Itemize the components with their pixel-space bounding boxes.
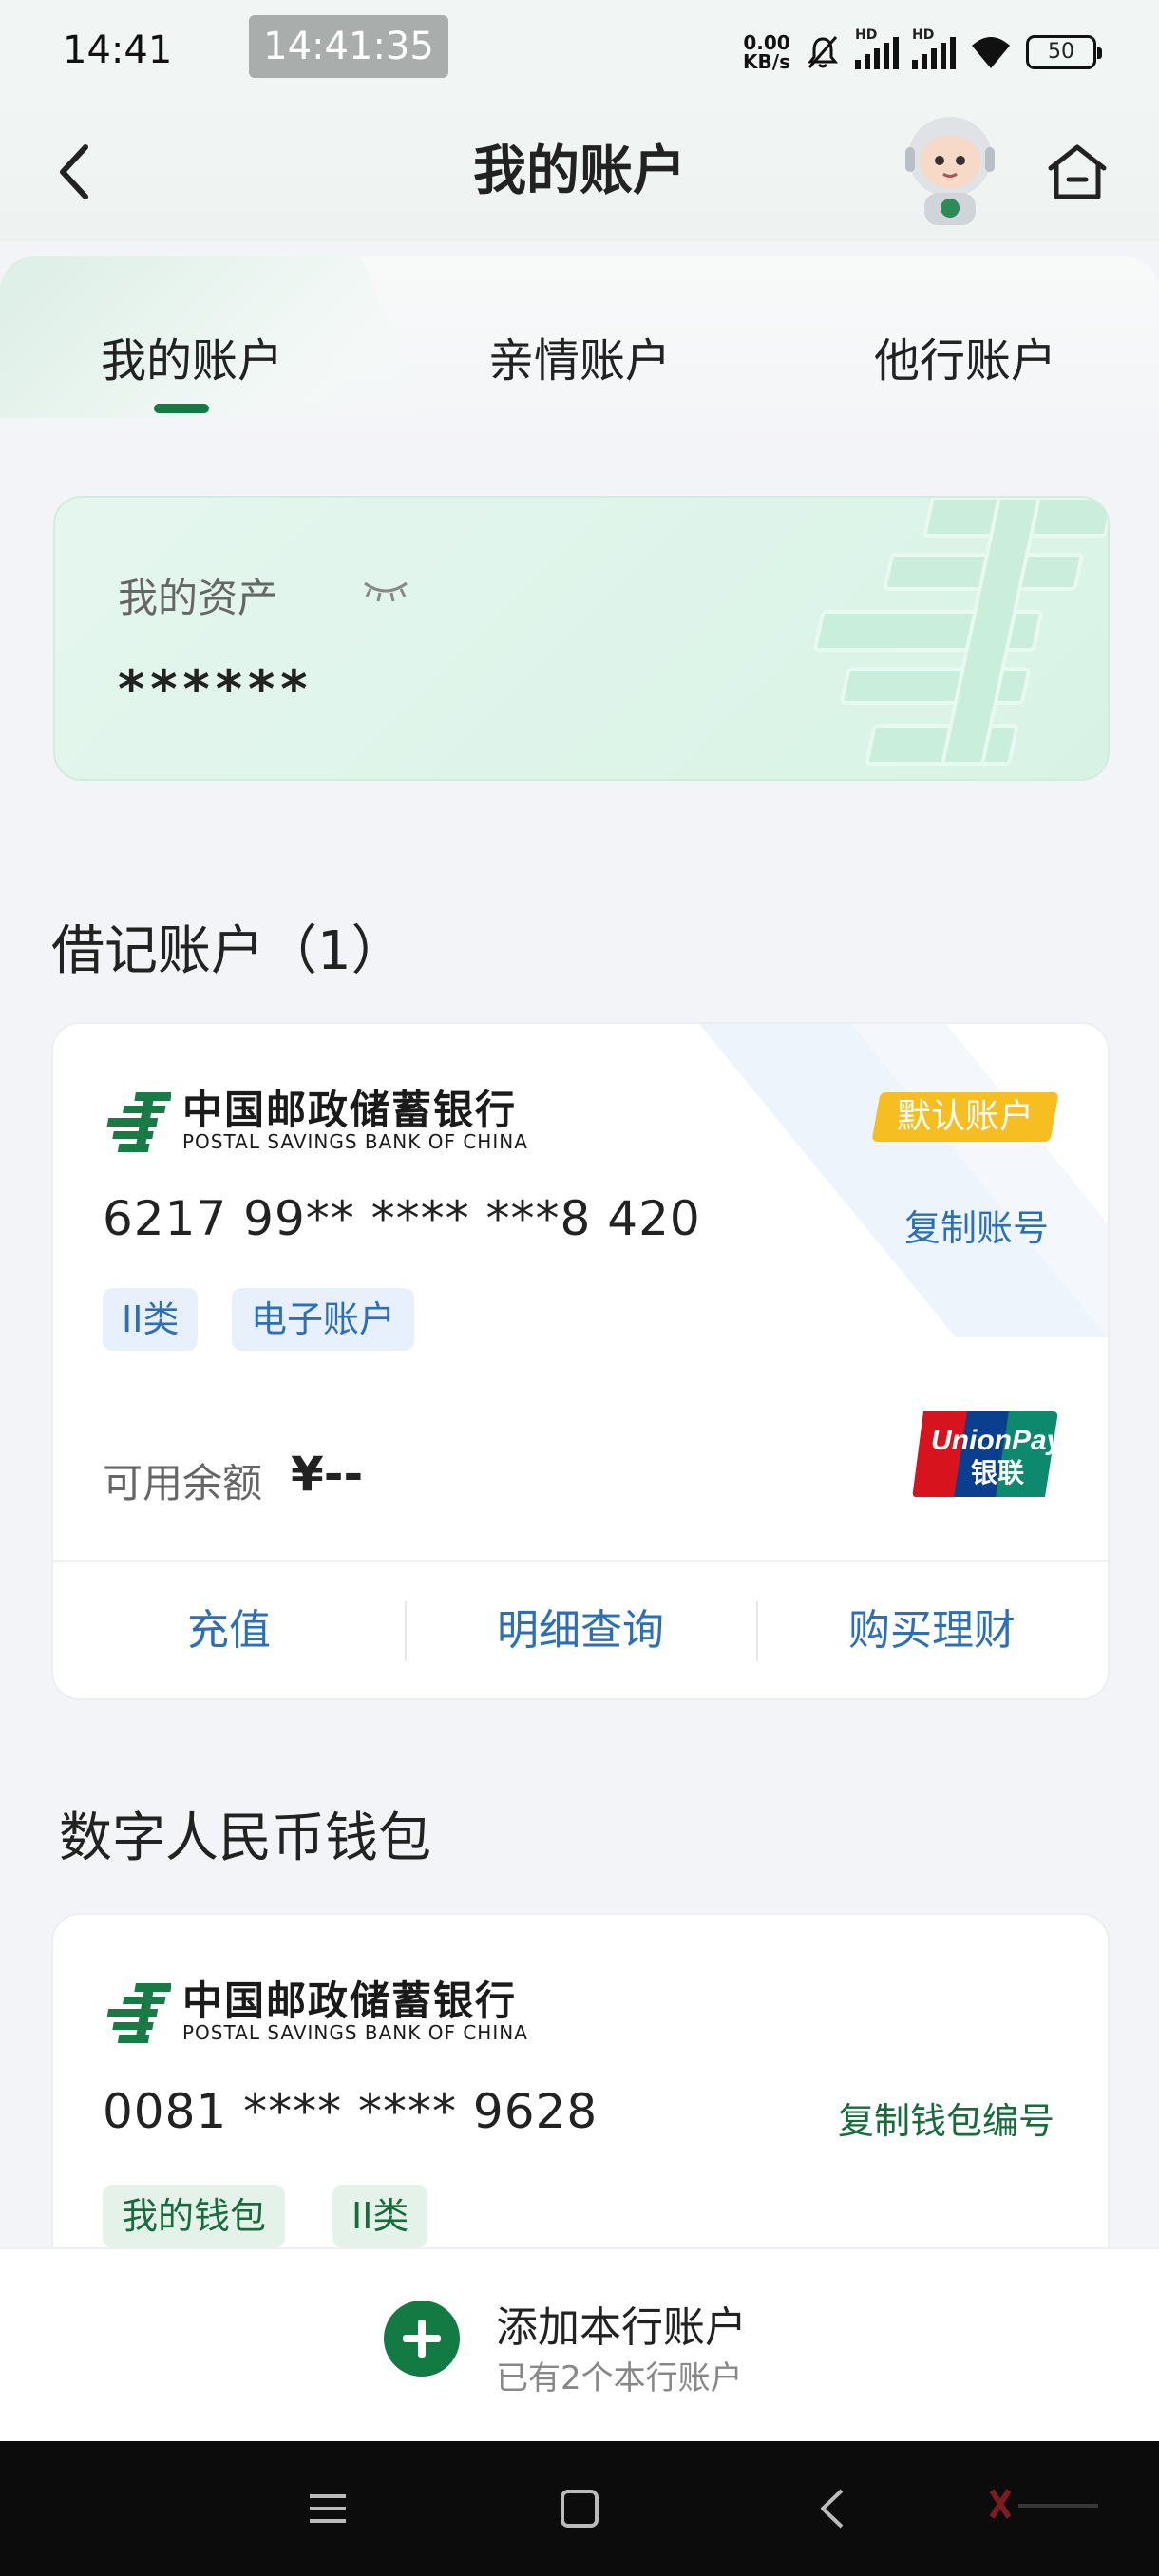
card-decoration-stripe [699, 1024, 1108, 1337]
existing-accounts-count: 已有2个本行账户 [496, 2359, 743, 2397]
wallet-class-tag: II类 [332, 2185, 428, 2247]
bank-name-en: POSTAL SAVINGS BANK OF CHINA [182, 1130, 528, 1153]
robot-assistant-icon[interactable] [898, 109, 1002, 228]
default-account-badge: 默认账户 [871, 1092, 1059, 1142]
account-number: 6217 99** **** ***8 420 [103, 1191, 701, 1246]
watermark-logo-icon [990, 2489, 1098, 2519]
eye-closed-icon[interactable] [361, 576, 410, 604]
tab-my-accounts[interactable]: 我的账户 [49, 323, 334, 389]
card-action-bar: 充值 明细查询 购买理财 [53, 1560, 1108, 1698]
my-wallet-tag: 我的钱包 [103, 2185, 286, 2247]
account-class-tag: II类 [103, 1288, 199, 1351]
balance-value: ¥-- [291, 1447, 364, 1502]
wallet-section-title: 数字人民币钱包 [59, 1808, 431, 1869]
debit-card[interactable]: 中国邮政储蓄银行 POSTAL SAVINGS BANK OF CHINA 默认… [51, 1022, 1110, 1700]
status-time: 14:41 [63, 28, 173, 72]
postal-emblem-decoration [813, 498, 1108, 766]
add-account-button[interactable]: 添加本行账户 [496, 2293, 747, 2354]
electronic-account-tag: 电子账户 [232, 1288, 415, 1351]
psbc-logo-icon [106, 1983, 171, 2043]
svg-text:UnionPay: UnionPay [931, 1425, 1058, 1456]
mute-icon [807, 36, 839, 68]
svg-text:银联: 银联 [971, 1457, 1024, 1488]
bank-name-en: POSTAL SAVINGS BANK OF CHINA [182, 2021, 528, 2044]
tab-family-accounts[interactable]: 亲情账户 [437, 323, 722, 389]
bank-logo: 中国邮政储蓄银行 POSTAL SAVINGS BANK OF CHINA [103, 1087, 528, 1155]
active-tab-indicator [154, 404, 209, 413]
screen-recording-timer: 14:41:35 [249, 15, 448, 78]
asset-value-masked: ****** [118, 659, 314, 719]
tab-other-bank-accounts[interactable]: 他行账户 [823, 323, 1108, 389]
system-navigation-bar [0, 2441, 1159, 2576]
top-app-bar: 我的账户 [0, 100, 1159, 242]
menu-icon[interactable] [304, 2485, 352, 2532]
home-square-icon[interactable] [556, 2485, 603, 2532]
bank-name-cn: 中国邮政储蓄银行 [182, 1978, 518, 2024]
plus-circle-icon[interactable] [384, 2301, 460, 2377]
buy-wealth-product-button[interactable]: 购买理财 [756, 1593, 1108, 1669]
back-triangle-icon[interactable] [809, 2485, 857, 2532]
network-speed: 0.00 KB/s [743, 31, 790, 73]
psbc-logo-icon [106, 1092, 171, 1152]
status-bar: 14:41 14:41:35 0.00 KB/s HD HD 50 [0, 0, 1159, 100]
debit-section-title: 借记账户（1） [51, 920, 405, 982]
account-tabs: 我的账户 亲情账户 他行账户 [0, 256, 1159, 456]
wallet-number: 0081 **** **** 9628 [103, 2084, 598, 2139]
home-icon[interactable] [1043, 138, 1112, 206]
asset-label: 我的资产 [118, 575, 278, 621]
signal-icon: HD [855, 28, 899, 69]
wifi-icon [972, 37, 1010, 68]
balance-label: 可用余额 [103, 1460, 263, 1506]
copy-account-number-button[interactable]: 复制账号 [904, 1199, 1049, 1251]
transaction-details-button[interactable]: 明细查询 [405, 1593, 756, 1669]
recharge-button[interactable]: 充值 [53, 1593, 405, 1669]
status-icons: 0.00 KB/s HD HD 50 [743, 28, 1102, 76]
bank-logo: 中国邮政储蓄银行 POSTAL SAVINGS BANK OF CHINA [103, 1978, 528, 2046]
signal-icon-2: HD [912, 28, 956, 69]
asset-summary-card: 我的资产 ****** [53, 496, 1110, 781]
copy-wallet-number-button[interactable]: 复制钱包编号 [838, 2092, 1054, 2144]
bank-name-cn: 中国邮政储蓄银行 [182, 1087, 518, 1133]
add-account-bar: 添加本行账户 已有2个本行账户 [0, 2247, 1159, 2441]
unionpay-logo-icon: UnionPay 银联 [912, 1411, 1058, 1497]
battery-icon: 50 [1026, 35, 1102, 69]
